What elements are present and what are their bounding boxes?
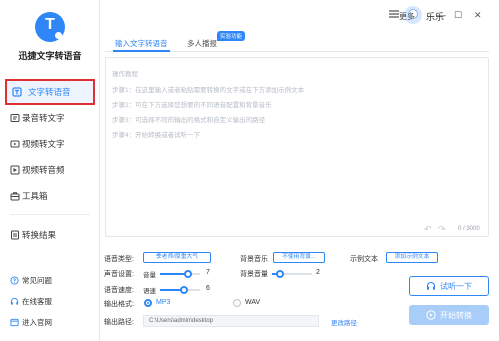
path-label: 输出路径:: [104, 319, 134, 326]
title-bar: 乐乐 更多 — ☐ ✕: [100, 0, 499, 32]
sidebar-item-results[interactable]: 转换结果: [0, 223, 100, 247]
menu-icon[interactable]: [389, 10, 399, 18]
format-label: 输出格式:: [104, 301, 134, 308]
sidebar-item-label: 工具箱: [22, 191, 48, 201]
volume-label: 音量: [143, 272, 156, 279]
sidebar-item-video-to-text[interactable]: 视频转文字: [0, 132, 100, 156]
text-input-area[interactable]: 操作教程 步骤1：在这里输入或者粘贴需要转换的文字或在下方添加示例文本 步骤2：…: [105, 57, 489, 237]
minimize-icon[interactable]: —: [437, 10, 446, 20]
start-convert-button[interactable]: 开始转换: [409, 305, 489, 325]
sidebar-item-label: 视频转音频: [22, 165, 65, 175]
sidebar-item-toolbox[interactable]: 工具箱: [0, 184, 100, 208]
toolbox-icon: [10, 192, 20, 201]
link-faq[interactable]: 常见问题: [0, 272, 100, 289]
play-icon: [426, 310, 436, 320]
tab-multi-speaker[interactable]: 多人播报: [187, 38, 217, 52]
sidebar-item-text-to-speech[interactable]: 文字转语音: [5, 79, 95, 105]
redo-icon[interactable]: ↷: [438, 224, 446, 235]
tab-text-to-speech[interactable]: 输入文字转语音: [113, 38, 170, 52]
bg-music-select[interactable]: 不使用背景...: [273, 252, 325, 263]
speed-slider[interactable]: [160, 286, 200, 294]
app-name: 迅捷文字转语音: [18, 51, 82, 61]
try-listen-button[interactable]: 试听一下: [409, 276, 489, 296]
sidebar-nav: 文字转语音 录音转文字 视频转文字 视频转音频 工具箱 转换结果: [0, 79, 100, 249]
video-icon: [10, 140, 20, 148]
volume-slider[interactable]: [160, 270, 200, 278]
sidebar: T 迅捷文字转语音 文字转语音 录音转文字 视频转文字 视频转音频 工具箱 转换…: [0, 0, 100, 341]
bg-volume-slider[interactable]: [272, 270, 312, 278]
undo-icon[interactable]: ↶: [424, 224, 432, 235]
format-wav-label[interactable]: WAV: [245, 299, 260, 306]
question-icon: [10, 276, 19, 285]
format-wav-radio[interactable]: [233, 299, 241, 307]
format-mp3-label[interactable]: MP3: [156, 299, 170, 306]
voice-setting-label: 声音设置:: [104, 271, 134, 278]
link-online-service[interactable]: 在线客服: [0, 293, 100, 310]
speed-value: 6: [206, 285, 210, 292]
link-official-website[interactable]: 进入官网: [0, 314, 100, 331]
output-path-field[interactable]: C:\Users\admin\desktop: [143, 315, 319, 327]
service-icon: [10, 297, 19, 305]
volume-value: 7: [206, 269, 210, 276]
tutorial-step: 步骤2：可在下方选择您想要的不同语音配置和背景音乐: [112, 102, 272, 109]
sidebar-bottom-links: 常见问题 在线客服 进入官网: [0, 272, 100, 335]
logo-area: T 迅捷文字转语音: [0, 8, 100, 62]
add-sample-text-button[interactable]: 添加示例文本: [386, 252, 438, 263]
tab-bar: 输入文字转语音 多人播报 实验功能: [105, 31, 489, 52]
link-label: 进入官网: [22, 318, 52, 327]
sidebar-item-video-to-audio[interactable]: 视频转音频: [0, 158, 100, 182]
tutorial-step: 步骤3：可选择不同的输出的格式和自定义输出的路径: [112, 117, 266, 124]
result-icon: [11, 230, 19, 240]
start-convert-label: 开始转换: [440, 310, 472, 320]
speed-label: 语音速度:: [104, 287, 134, 294]
bg-volume-label: 背景音量: [240, 271, 268, 278]
character-count: 0 / 3000: [458, 226, 480, 232]
close-icon[interactable]: ✕: [474, 10, 482, 21]
website-icon: [10, 318, 19, 327]
bg-volume-slider-handle[interactable]: [276, 270, 284, 278]
tutorial-title: 操作教程: [112, 71, 138, 78]
text-to-speech-icon: [12, 87, 22, 97]
format-mp3-radio[interactable]: [144, 299, 152, 307]
app-logo-icon: T: [35, 12, 65, 42]
sidebar-item-recording-to-text[interactable]: 录音转文字: [0, 106, 100, 130]
voice-type-label: 语音类型:: [104, 256, 134, 263]
voice-type-select[interactable]: 季老师/厚重大气: [143, 252, 211, 263]
volume-slider-handle[interactable]: [184, 270, 192, 278]
more-menu[interactable]: 更多: [399, 11, 415, 22]
sidebar-item-label: 文字转语音: [28, 87, 71, 97]
sidebar-item-label: 转换结果: [22, 230, 57, 240]
headphones-icon: [426, 281, 436, 290]
tutorial-step: 步骤1：在这里输入或者粘贴需要转换的文字或在下方添加示例文本: [112, 87, 305, 94]
recording-icon: [10, 114, 20, 122]
sample-text-label: 示例文本: [350, 256, 378, 263]
link-label: 常见问题: [22, 276, 52, 285]
try-listen-label: 试听一下: [440, 281, 472, 291]
link-label: 在线客服: [22, 297, 52, 306]
sidebar-item-label: 视频转文字: [22, 139, 65, 149]
bg-music-label: 背景音乐: [240, 256, 268, 263]
sidebar-item-label: 录音转文字: [22, 113, 65, 123]
maximize-icon[interactable]: ☐: [454, 10, 462, 21]
tutorial-step: 步骤4：开始转换或者试听一下: [112, 132, 201, 139]
speed-sub-label: 语速: [143, 288, 156, 295]
sidebar-divider: [10, 214, 90, 215]
change-path-link[interactable]: 更改路径: [331, 317, 357, 327]
video-audio-icon: [10, 165, 20, 175]
experimental-badge: 实验功能: [217, 31, 246, 41]
bg-volume-value: 2: [316, 269, 320, 276]
speed-slider-handle[interactable]: [180, 286, 188, 294]
